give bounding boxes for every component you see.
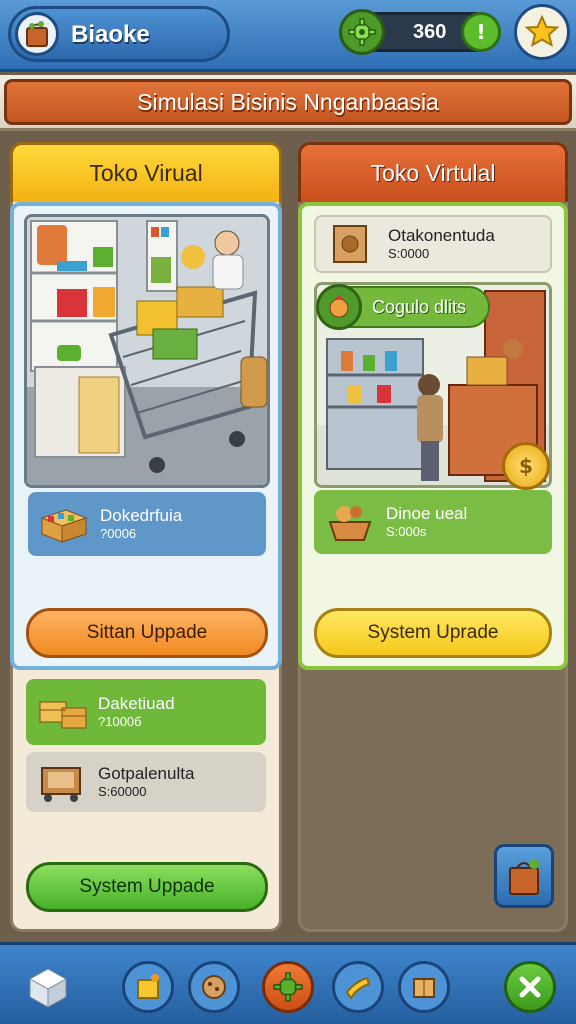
list-item[interactable]: Gotpalenulta S:60000	[26, 752, 266, 812]
item-name: Otakonentuda	[388, 226, 495, 245]
list-item[interactable]: Otakonentuda S:0000	[314, 215, 552, 273]
store-shelves-illustration	[24, 214, 270, 488]
cart-box-icon	[34, 760, 90, 804]
page-title: Simulasi Bisinis Nnganbaasia	[137, 88, 439, 115]
nav-settings[interactable]	[262, 961, 314, 1013]
category-chip[interactable]: Cogulo dlits	[316, 284, 490, 330]
item-name: Daketiuad	[98, 694, 175, 713]
upgrade-button-right[interactable]: System Uprade	[314, 608, 552, 658]
rooster-icon	[316, 284, 362, 330]
safe-box-icon	[324, 222, 380, 266]
chip-label: Cogulo dlits	[372, 296, 467, 317]
currency-value: 360	[413, 21, 447, 43]
cheese-box-icon	[137, 974, 159, 999]
item-name: Dokedrfuia	[100, 506, 183, 525]
star-icon[interactable]	[514, 4, 570, 60]
gear-icon	[339, 9, 385, 55]
top-bar: Biaoke 360 !	[0, 0, 576, 72]
upgrade-button-left[interactable]: Sittan Uppade	[26, 608, 268, 658]
horn-icon	[345, 976, 371, 1000]
nav-announce[interactable]	[332, 961, 384, 1013]
close-button[interactable]	[504, 961, 556, 1013]
basket-icon	[322, 500, 378, 544]
nav-inventory[interactable]	[122, 961, 174, 1013]
shopping-bag-icon	[15, 12, 59, 56]
title-banner: Simulasi Bisinis Nnganbaasia	[0, 75, 576, 131]
item-price: ?1000б	[98, 714, 142, 730]
shopping-bag-icon	[509, 859, 539, 895]
bottom-nav	[0, 942, 576, 1024]
list-item[interactable]: Dokedrfuia ?0006	[28, 492, 266, 556]
cube-icon	[28, 968, 68, 1008]
box-icon	[413, 978, 435, 998]
item-price: S:0000	[388, 246, 430, 262]
nav-storage[interactable]	[398, 961, 450, 1013]
item-price: S:000s	[386, 524, 427, 540]
list-item[interactable]: Dinoe ueal S:000s	[314, 490, 552, 554]
crate-icon	[36, 502, 92, 546]
close-icon	[519, 976, 541, 998]
boxes-icon	[34, 690, 90, 734]
shop-bag-button[interactable]	[494, 844, 554, 908]
add-currency-button[interactable]: !	[461, 12, 501, 52]
coin-icon[interactable]: $	[502, 442, 550, 490]
title-ribbon: Simulasi Bisinis Nnganbaasia	[4, 79, 572, 125]
list-item[interactable]: Daketiuad ?1000б	[26, 679, 266, 745]
right-panel-title: Toko Virtulal	[298, 142, 568, 202]
nav-food[interactable]	[188, 961, 240, 1013]
gear-icon	[273, 972, 303, 1002]
cookie-icon	[202, 975, 226, 999]
item-price: S:60000	[98, 784, 147, 800]
item-name: Gotpalenulta	[98, 764, 195, 783]
player-name: Biaoke	[71, 21, 150, 48]
profile-pill[interactable]: Biaoke	[8, 6, 230, 62]
item-price: ?0006	[100, 526, 137, 542]
left-panel-title: Toko Virual	[10, 142, 282, 202]
currency-bar: 360 !	[339, 9, 501, 55]
nav-cube[interactable]	[22, 961, 74, 1013]
item-name: Dinoe ueal	[386, 504, 468, 523]
system-upgrade-button[interactable]: System Uppade	[26, 862, 268, 912]
